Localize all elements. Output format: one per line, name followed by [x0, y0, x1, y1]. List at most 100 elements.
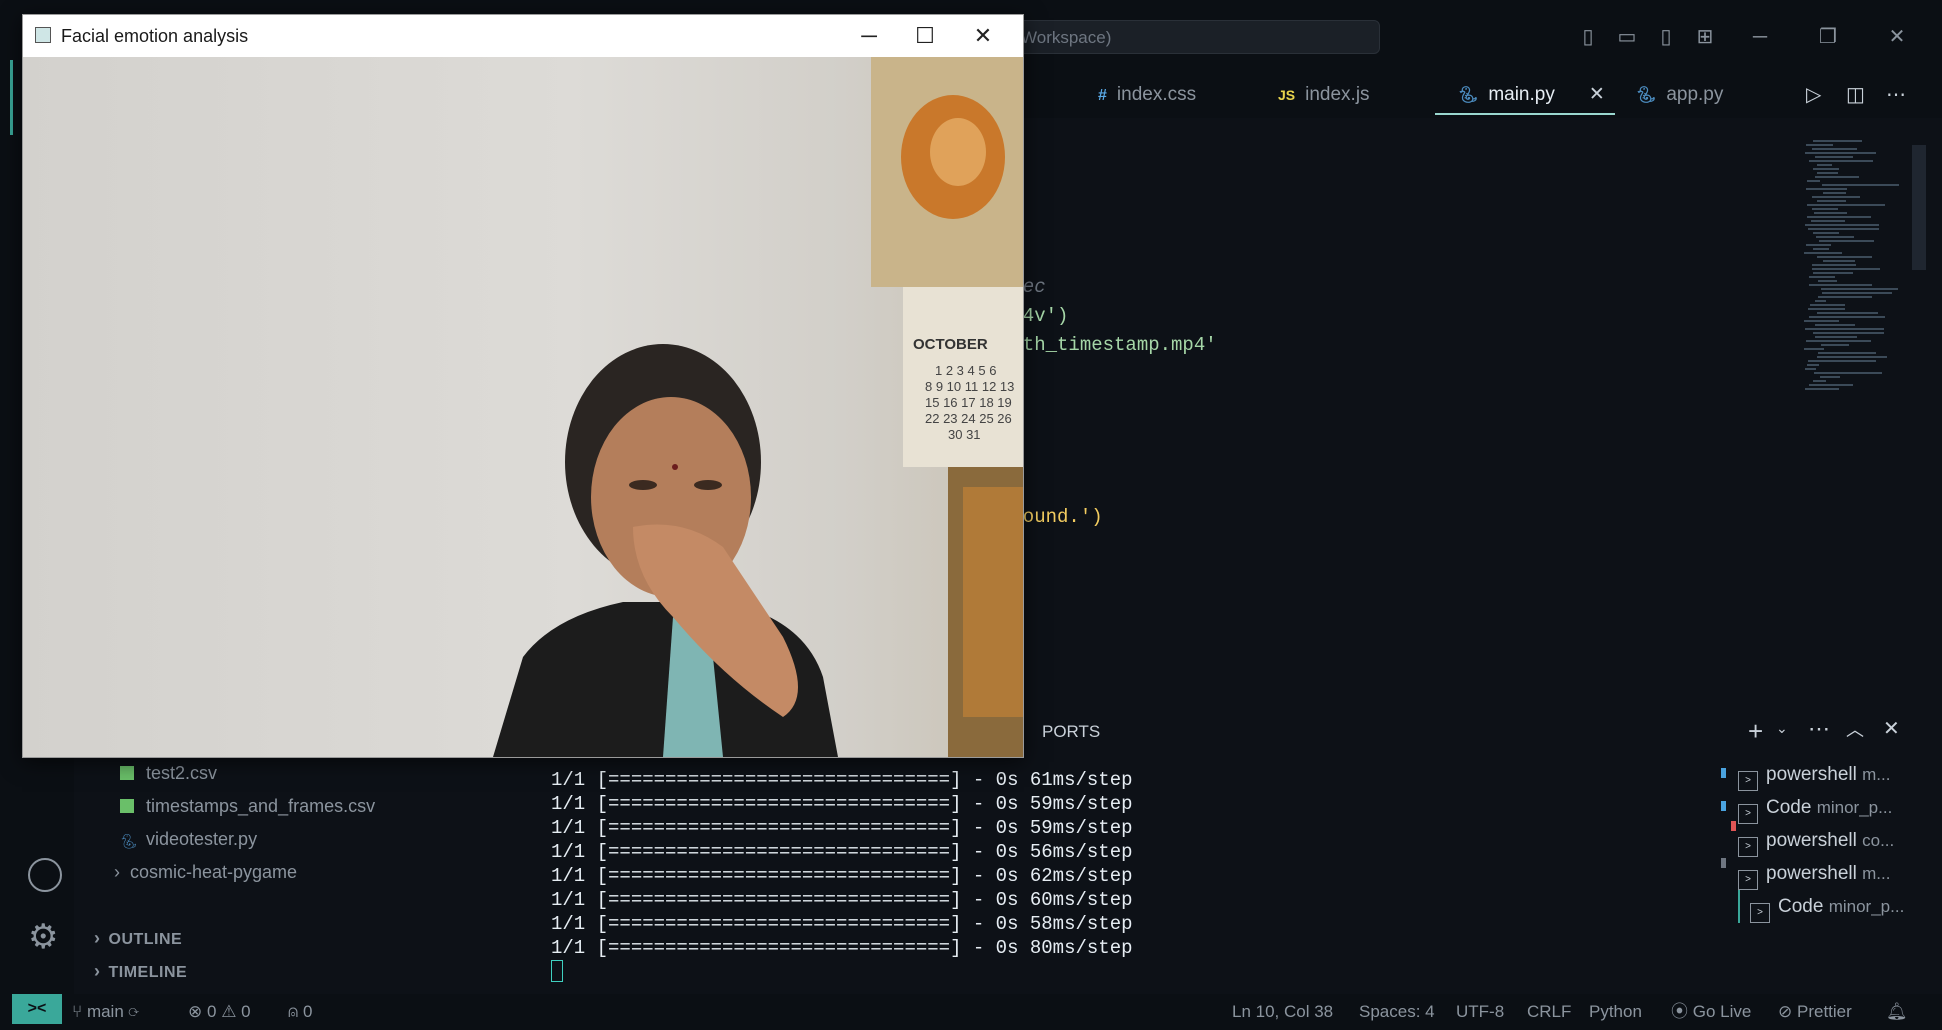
minimap[interactable]	[1800, 140, 1920, 660]
facial-emotion-window[interactable]: Facial emotion analysis ─ ☐ ✕ OCTOBER 1 …	[22, 14, 1024, 758]
manage-gear-icon[interactable]: ⚙	[28, 920, 58, 954]
accounts-icon[interactable]	[28, 858, 62, 892]
bell-icon[interactable]: 🔔︎	[1886, 994, 1908, 1030]
close-vscode-icon[interactable]: ✕	[1881, 21, 1913, 53]
minimap-line	[1814, 372, 1882, 374]
minimap-line	[1819, 240, 1874, 242]
command-center[interactable]: Workspace)	[1000, 20, 1380, 54]
tab-main-py[interactable]: 🐍︎ main.py ✕	[1458, 72, 1605, 118]
minimap-line	[1817, 200, 1846, 202]
terminal-line: 1/1 [==============================] - 0…	[551, 793, 1133, 815]
minimap-line	[1805, 368, 1816, 370]
encoding[interactable]: UTF-8	[1456, 994, 1504, 1030]
tab-index-js[interactable]: JS index.js	[1278, 72, 1370, 118]
cursor-position[interactable]: Ln 10, Col 38	[1232, 994, 1333, 1030]
folder-item-cosmic-heat[interactable]: › cosmic-heat-pygame	[114, 857, 297, 887]
terminal-item[interactable]: > powershell m...	[1738, 857, 1942, 890]
minimap-line	[1807, 204, 1885, 206]
toggle-secondary-sidebar-icon[interactable]: ▯	[1650, 21, 1682, 53]
maximize-panel-icon[interactable]: ︿	[1846, 716, 1864, 742]
minimap-line	[1813, 168, 1839, 170]
language-mode[interactable]: Python	[1589, 994, 1642, 1030]
more-panel-actions-icon[interactable]: ⋯	[1808, 716, 1830, 742]
minimap-line	[1804, 320, 1839, 322]
file-item-videotester[interactable]: 🐍︎ videotester.py	[120, 824, 257, 854]
tab-ports[interactable]: PORTS	[1042, 722, 1100, 742]
terminal-item-active[interactable]: > Code minor_p...	[1738, 890, 1942, 923]
toggle-sidebar-icon[interactable]: ▯	[1572, 21, 1604, 53]
minimap-line	[1806, 340, 1871, 342]
chevron-down-icon[interactable]: ⌄	[1776, 720, 1788, 737]
terminal-item[interactable]: > Code minor_p...	[1738, 791, 1942, 824]
terminal-list: > powershell m... > Code minor_p... > power…	[1738, 758, 1942, 923]
minimap-line	[1812, 208, 1838, 210]
minimap-line	[1809, 384, 1853, 386]
minimap-line	[1823, 192, 1846, 194]
calendar-month-text: OCTOBER	[913, 336, 988, 353]
close-icon[interactable]: ✕	[955, 15, 1011, 57]
window-title: Facial emotion analysis	[61, 26, 249, 46]
minimap-line	[1806, 188, 1847, 190]
svg-text:8 9 10 11 12 13: 8 9 10 11 12 13	[925, 379, 1014, 394]
broadcast-icon: ⦿	[1671, 1002, 1688, 1021]
code-line: with_timestamp.mp4'	[1000, 334, 1217, 356]
branch-indicator[interactable]: ⑂ main ⟳	[72, 994, 139, 1030]
warning-icon: ⚠	[221, 1002, 237, 1021]
minimap-line	[1822, 184, 1899, 186]
toggle-panel-icon[interactable]: ▭	[1611, 21, 1643, 53]
outline-label: OUTLINE	[108, 931, 183, 948]
problems-indicator[interactable]: ⊗ 0 ⚠ 0	[188, 994, 251, 1030]
ports-indicator[interactable]: ⍝ 0	[288, 994, 312, 1030]
python-file-icon: 🐍︎	[1458, 87, 1479, 104]
terminal-item[interactable]: > powershell co...	[1738, 824, 1942, 857]
minimap-line	[1815, 300, 1826, 302]
line-endings[interactable]: CRLF	[1527, 994, 1571, 1030]
prettier[interactable]: ⊘ Prettier	[1778, 994, 1852, 1030]
terminal-line: 1/1 [==============================] - 0…	[551, 937, 1133, 959]
outline-section[interactable]: › OUTLINE	[94, 928, 182, 949]
python-file-icon: 🐍︎	[1636, 87, 1657, 104]
terminal-line: 1/1 [==============================] - 0…	[551, 889, 1133, 911]
file-item-test2-csv[interactable]: test2.csv	[120, 758, 217, 788]
restore-vscode-icon[interactable]: ❐	[1812, 21, 1844, 53]
go-live[interactable]: ⦿ Go Live	[1671, 994, 1751, 1030]
terminal-icon: >	[1738, 837, 1758, 857]
close-panel-icon[interactable]: ✕	[1883, 716, 1900, 741]
timeline-section[interactable]: › TIMELINE	[94, 961, 187, 982]
split-editor-icon[interactable]: ◫	[1846, 72, 1865, 118]
minimap-line	[1817, 356, 1887, 358]
terminal-item[interactable]: > powershell m...	[1738, 758, 1942, 791]
file-item-timestamps[interactable]: timestamps_and_frames.csv	[120, 791, 375, 821]
terminal-decoration	[1721, 858, 1726, 868]
minimize-icon[interactable]: ─	[841, 15, 897, 57]
csv-file-icon	[120, 799, 134, 813]
terminal-decoration	[1721, 768, 1726, 778]
minimap-line	[1818, 296, 1872, 298]
remote-indicator-icon[interactable]: ><	[12, 994, 62, 1024]
minimap-line	[1809, 316, 1885, 318]
new-terminal-icon[interactable]: +	[1748, 716, 1763, 747]
minimap-line	[1812, 264, 1856, 266]
terminal-output[interactable]: 1/1 [==============================] - 0…	[551, 768, 1133, 984]
tab-label: index.js	[1305, 84, 1370, 105]
minimap-line	[1815, 324, 1855, 326]
file-label: videotester.py	[146, 829, 258, 849]
code-editor[interactable]: odec mp4v') with_timestamp.mp4' ) found.…	[1000, 118, 1800, 708]
close-tab-icon[interactable]: ✕	[1589, 84, 1605, 105]
terminal-decoration	[1721, 801, 1726, 811]
maximize-icon[interactable]: ☐	[897, 15, 953, 57]
tab-index-css[interactable]: # index.css	[1098, 72, 1196, 118]
run-python-file-icon[interactable]: ▷	[1806, 72, 1821, 118]
indentation[interactable]: Spaces: 4	[1359, 994, 1435, 1030]
editor-scrollbar[interactable]	[1912, 145, 1926, 270]
minimize-vscode-icon[interactable]: ─	[1744, 21, 1776, 53]
minimap-line	[1818, 280, 1837, 282]
window-titlebar[interactable]: Facial emotion analysis ─ ☐ ✕	[23, 15, 1023, 57]
terminal-icon: >	[1738, 771, 1758, 791]
svg-text:15 16 17 18 19: 15 16 17 18 19	[925, 395, 1012, 410]
customize-layout-icon[interactable]: ⊞	[1689, 21, 1721, 53]
minimap-line	[1821, 288, 1898, 290]
timeline-label: TIMELINE	[108, 964, 188, 981]
more-actions-icon[interactable]: ⋯	[1886, 72, 1906, 118]
tab-app-py[interactable]: 🐍︎ app.py	[1636, 72, 1723, 118]
